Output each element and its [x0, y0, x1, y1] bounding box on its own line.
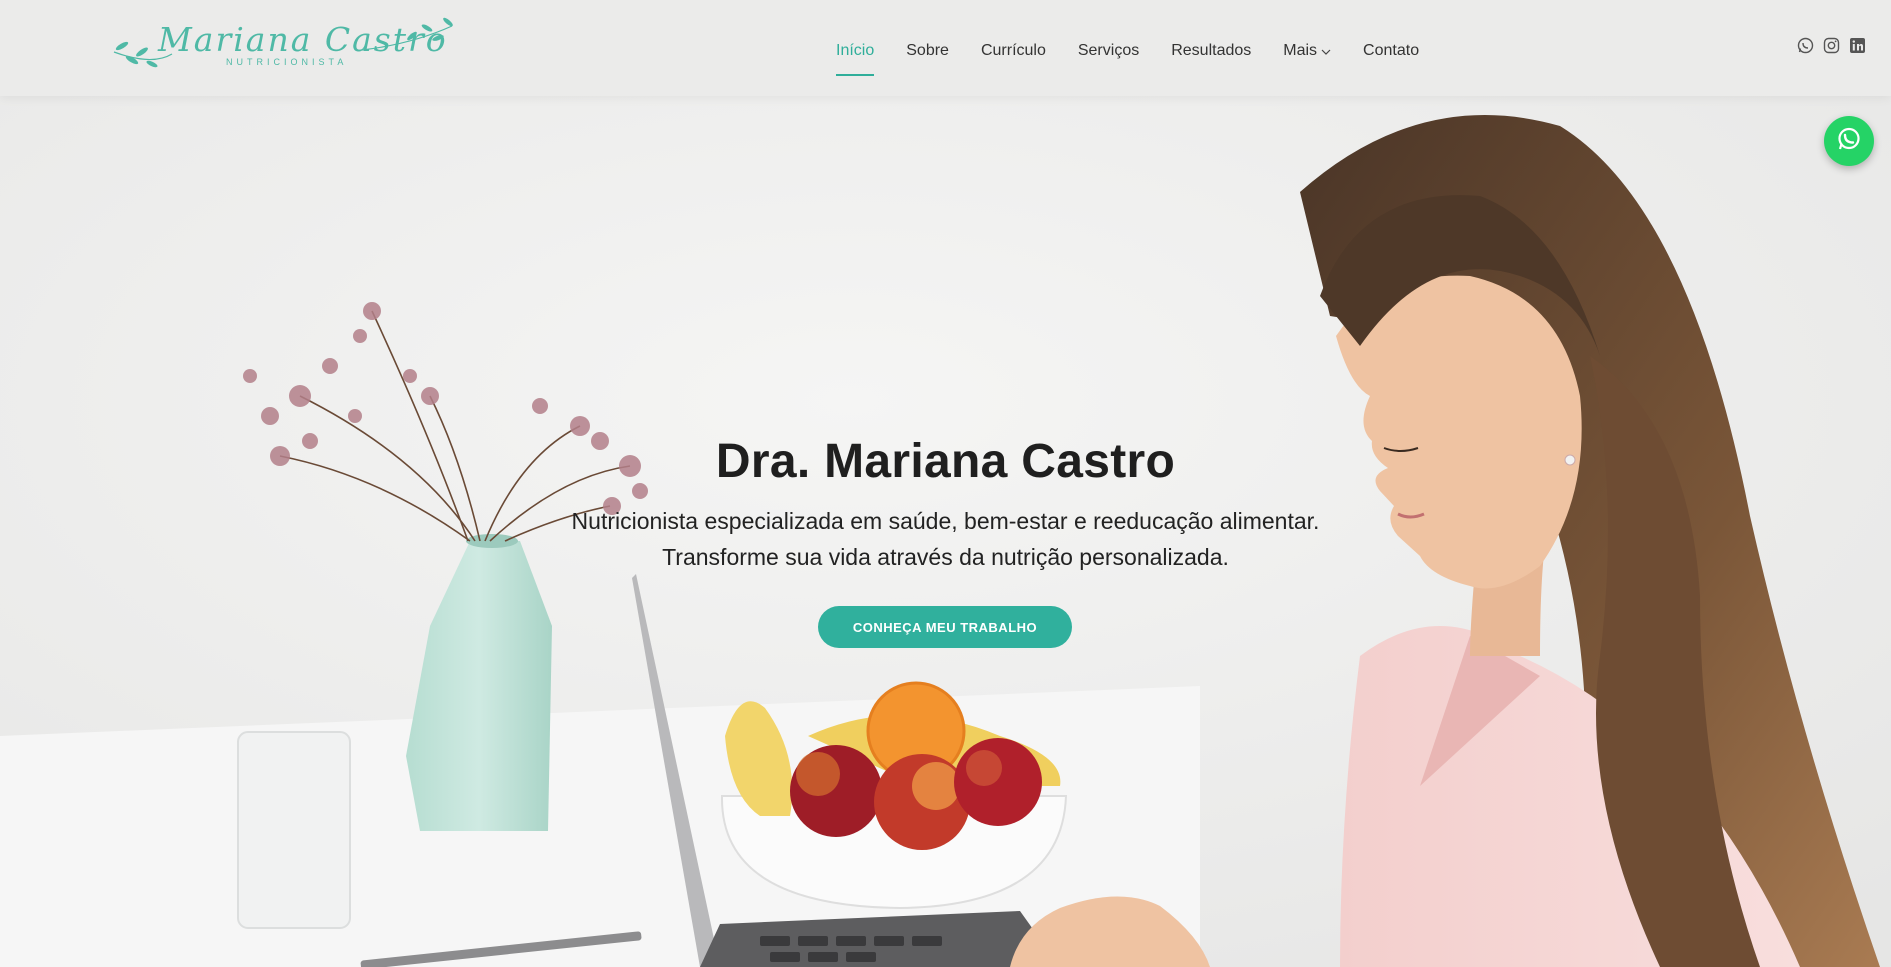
- instagram-icon[interactable]: [1823, 37, 1840, 54]
- nav-item-resultados[interactable]: Resultados: [1171, 36, 1251, 66]
- hero-title: Dra. Mariana Castro: [715, 435, 1176, 488]
- site-header: Mariana Castro NUTRICIONISTA Início Sobr…: [0, 0, 1891, 96]
- brand-logo[interactable]: Mariana Castro NUTRICIONISTA: [112, 14, 457, 80]
- hero-section: Dra. Mariana Castro Nutricionista especi…: [0, 96, 1891, 967]
- hero-subtitle-line-1: Nutricionista especializada em saúde, be…: [571, 508, 1320, 534]
- nav-item-inicio[interactable]: Início: [836, 36, 875, 76]
- linkedin-icon[interactable]: [1849, 37, 1866, 54]
- social-links: [1797, 37, 1866, 54]
- chevron-down-icon: [1321, 42, 1331, 60]
- brand-tagline: NUTRICIONISTA: [226, 57, 348, 67]
- hero-content: Dra. Mariana Castro Nutricionista especi…: [0, 434, 1891, 575]
- nav-item-curriculo[interactable]: Currículo: [981, 36, 1046, 66]
- nav-item-sobre[interactable]: Sobre: [906, 36, 949, 66]
- main-nav: Início Sobre Currículo Serviços Resultad…: [836, 36, 1451, 76]
- nav-item-servicos[interactable]: Serviços: [1078, 36, 1139, 66]
- nav-item-mais-label: Mais: [1283, 42, 1318, 59]
- whatsapp-float-button[interactable]: [1824, 116, 1874, 166]
- brand-name: Mariana Castro: [158, 20, 448, 59]
- cta-button[interactable]: CONHEÇA MEU TRABALHO: [818, 606, 1072, 648]
- whatsapp-icon[interactable]: [1797, 37, 1814, 54]
- hero-subtitle-line-2: Transforme sua vida através da nutrição …: [662, 544, 1229, 570]
- hero-subtitle: Nutricionista especializada em saúde, be…: [0, 503, 1891, 575]
- whatsapp-icon: [1836, 126, 1862, 157]
- nav-item-mais[interactable]: Mais: [1283, 36, 1331, 66]
- nav-item-contato[interactable]: Contato: [1363, 36, 1419, 66]
